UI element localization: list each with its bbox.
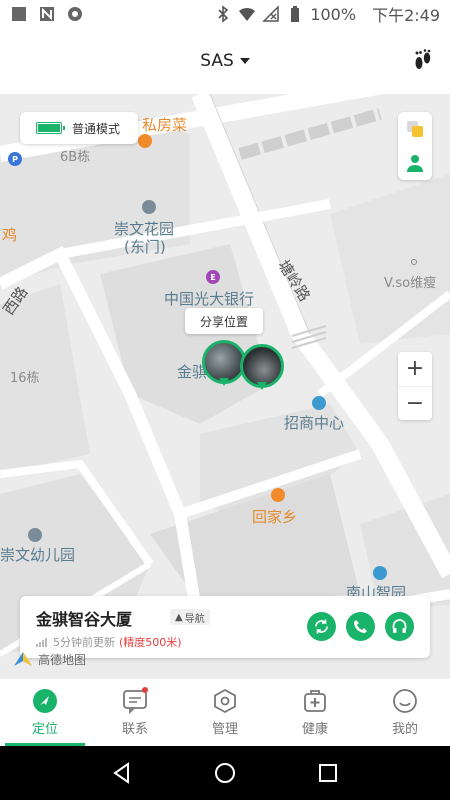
zoom-controls: + − <box>398 352 432 420</box>
app-root: 100% 下午2:49 SAS 私房菜 P 6B栋 崇文花园 (东门) 鸡 西路… <box>0 0 450 800</box>
update-info: 5分钟前更新 (精度500米) <box>36 634 182 650</box>
location-info-card: 金骐智谷大厦 ▲ 导航 5分钟前更新 (精度500米) <box>20 596 430 658</box>
mode-indicator[interactable]: 普通模式 <box>20 112 138 144</box>
signal-strength-icon <box>36 637 47 647</box>
navigate-arrow-icon: ▲ <box>175 611 183 623</box>
navigate-button[interactable]: ▲ 导航 <box>170 609 210 625</box>
device-name-label: SAS <box>200 51 234 71</box>
parking-poi-icon: P <box>8 152 22 166</box>
n-app-icon <box>40 7 54 21</box>
home-icon[interactable] <box>213 761 237 785</box>
system-navigation-bar <box>0 746 450 800</box>
map-view[interactable]: 私房菜 P 6B栋 崇文花园 (东门) 鸡 西路 E 中国光大银行 塘岭路 V.… <box>0 94 450 678</box>
caret-down-icon <box>239 58 250 64</box>
app-header: SAS <box>0 28 450 94</box>
tab-contact[interactable]: 联系 <box>90 679 180 746</box>
back-icon[interactable] <box>110 761 134 785</box>
listen-button[interactable] <box>385 612 414 641</box>
tab-label: 我的 <box>391 722 418 737</box>
tab-profile[interactable]: 我的 <box>360 679 450 746</box>
restaurant-poi-icon <box>138 134 152 148</box>
tab-health[interactable]: 健康 <box>270 679 360 746</box>
tab-label: 健康 <box>301 722 328 737</box>
accuracy-text: (精度500米) <box>119 636 182 649</box>
navigate-label: 导航 <box>184 613 205 625</box>
location-icon <box>33 689 57 713</box>
bluetooth-icon <box>218 5 229 23</box>
call-button[interactable] <box>346 612 375 641</box>
notification-square-icon <box>12 7 26 21</box>
map-label-building-6b: 6B栋 <box>60 150 91 165</box>
map-label-cmb-center: 招商中心 <box>284 414 345 432</box>
map-label-everbright-bank: 中国光大银行 <box>164 290 255 308</box>
person-locate-icon[interactable] <box>404 152 426 174</box>
footprint-icon[interactable] <box>410 48 436 74</box>
battery-percentage: 100% <box>310 4 357 24</box>
profile-icon <box>393 689 417 713</box>
aperture-icon <box>68 7 82 21</box>
map-label-kindergarten: 崇文幼儿园 <box>0 546 76 564</box>
headphones-icon <box>392 619 407 633</box>
bank-poi-icon: E <box>206 270 220 284</box>
building-poi-icon <box>142 200 156 214</box>
signal-off-icon <box>262 5 280 22</box>
bottom-navigation: 定位 联系 管理 健康 我的 <box>0 678 450 746</box>
recents-icon[interactable] <box>316 761 340 785</box>
mode-label: 普通模式 <box>72 121 121 136</box>
map-provider-logo: 高德地图 <box>12 650 86 668</box>
tab-manage[interactable]: 管理 <box>180 679 270 746</box>
tab-label: 联系 <box>121 722 148 737</box>
map-label-huijia-xiang: 回家乡 <box>252 508 298 526</box>
refresh-icon <box>315 619 328 634</box>
wifi-icon <box>239 7 256 21</box>
manage-icon <box>214 688 236 714</box>
dot-poi-icon <box>411 259 417 265</box>
status-right-icons: 100% 下午2:49 <box>214 2 440 26</box>
map-label-private-kitchen: 私房菜 <box>142 116 188 134</box>
refresh-location-button[interactable] <box>307 612 336 641</box>
update-time: 5分钟前更新 <box>53 636 115 649</box>
food-poi-icon <box>271 488 285 502</box>
map-label-building-16: 16栋 <box>10 371 40 386</box>
status-bar: 100% 下午2:49 <box>0 0 450 28</box>
tab-location[interactable]: 定位 <box>0 679 90 746</box>
share-location-button[interactable]: 分享位置 <box>185 308 263 334</box>
clock: 下午2:49 <box>372 6 440 25</box>
layers-icon[interactable] <box>404 118 426 140</box>
phone-icon <box>354 620 367 633</box>
battery-level-icon <box>36 122 65 134</box>
map-label-vso: V.so维瘦 <box>384 276 437 291</box>
marker-pointer-icon <box>219 378 229 386</box>
zoom-out-button[interactable]: − <box>398 385 432 421</box>
status-left-icons <box>10 5 84 23</box>
school-poi-icon <box>28 528 42 542</box>
map-label-east-gate: (东门) <box>124 238 166 256</box>
map-provider-name: 高德地图 <box>38 652 87 667</box>
location-name: 金骐智谷大厦 <box>36 610 133 629</box>
health-icon <box>304 690 326 712</box>
map-side-tools <box>398 112 432 180</box>
device-selector[interactable]: SAS <box>200 51 250 71</box>
map-label-chicken: 鸡 <box>2 226 18 244</box>
tab-label: 定位 <box>31 722 58 737</box>
park-poi-icon <box>373 566 387 580</box>
tab-label: 管理 <box>211 722 238 737</box>
office-poi-icon <box>312 396 326 410</box>
zoom-in-button[interactable]: + <box>398 352 432 386</box>
marker-pointer-icon <box>257 382 267 390</box>
card-actions <box>307 612 414 641</box>
battery-icon <box>291 6 300 22</box>
amap-logo-icon <box>14 652 32 666</box>
